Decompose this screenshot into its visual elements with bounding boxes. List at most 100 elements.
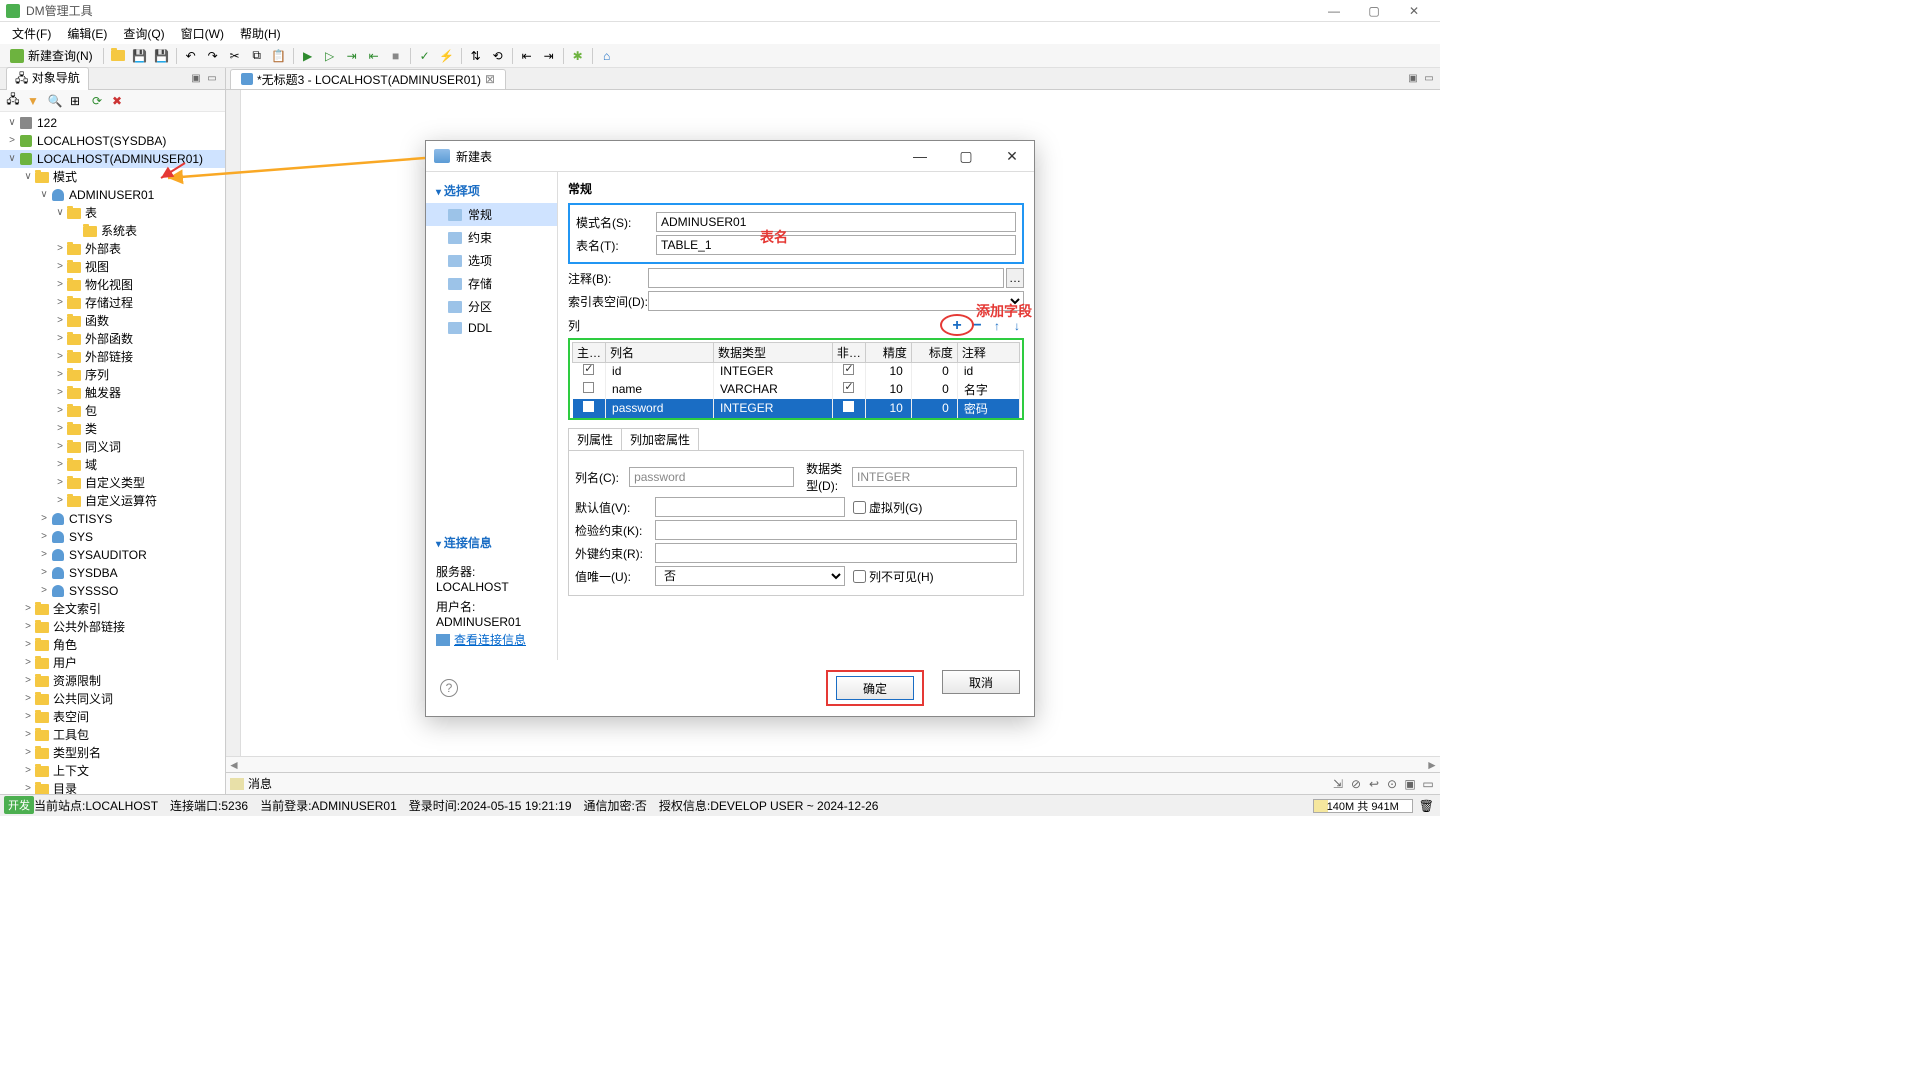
expand-icon[interactable]: ∨ [38, 186, 50, 204]
clear-icon[interactable]: ⊘ [1348, 776, 1364, 792]
notnull-checkbox[interactable] [843, 401, 854, 412]
undo-icon[interactable]: ↶ [181, 46, 201, 66]
editor-tab-active[interactable]: *无标题3 - LOCALHOST(ADMINUSER01) ⊠ [230, 69, 506, 89]
expand-icon[interactable]: > [22, 726, 34, 744]
expand-icon[interactable]: ∨ [54, 204, 66, 222]
colname-input[interactable] [629, 467, 794, 487]
columns-table[interactable]: 主…列名数据类型非…精度标度注释idINTEGER100idnameVARCHA… [572, 342, 1020, 418]
expand-icon[interactable]: ∨ [22, 168, 34, 186]
expand-icon[interactable]: > [22, 708, 34, 726]
tree-node[interactable]: >SYS [0, 528, 225, 546]
col-header[interactable]: 精度 [865, 343, 911, 363]
move-down-button[interactable]: ↓ [1010, 319, 1024, 333]
expand-icon[interactable]: > [54, 330, 66, 348]
tree-node[interactable]: >目录 [0, 780, 225, 794]
expand-icon[interactable]: > [22, 654, 34, 672]
expand-icon[interactable]: > [22, 672, 34, 690]
conn-header[interactable]: 连接信息 [426, 530, 557, 555]
tree-node[interactable]: >全文索引 [0, 600, 225, 618]
expand-icon[interactable]: > [22, 690, 34, 708]
dialog-minimize-button[interactable]: — [906, 148, 934, 165]
dialog-maximize-button[interactable]: ▢ [952, 148, 980, 165]
tree-node[interactable]: >序列 [0, 366, 225, 384]
col-note-cell[interactable]: 名字 [957, 380, 1019, 399]
tab-col-encrypt[interactable]: 列加密属性 [621, 428, 699, 450]
col-prec-cell[interactable]: 10 [865, 363, 911, 380]
tree-node[interactable]: >SYSSSO [0, 582, 225, 600]
col-header[interactable]: 非… [832, 343, 865, 363]
stop-icon[interactable]: ■ [386, 46, 406, 66]
expand-icon[interactable]: > [54, 420, 66, 438]
tree-node[interactable]: >公共同义词 [0, 690, 225, 708]
col-type-cell[interactable]: VARCHAR [714, 380, 833, 399]
tree-node[interactable]: >LOCALHOST(SYSDBA) [0, 132, 225, 150]
col-header[interactable]: 标度 [911, 343, 957, 363]
tree-node[interactable]: >存储过程 [0, 294, 225, 312]
step-icon[interactable]: ⇥ [342, 46, 362, 66]
expand-icon[interactable]: > [54, 492, 66, 510]
column-row[interactable]: passwordINTEGER100密码 [573, 399, 1020, 418]
cut-icon[interactable]: ✂ [225, 46, 245, 66]
expand-icon[interactable]: > [54, 258, 66, 276]
note-more-button[interactable]: … [1006, 268, 1024, 288]
tree-node[interactable]: >上下文 [0, 762, 225, 780]
open-icon[interactable] [108, 46, 128, 66]
max-icon[interactable]: ▣ [1402, 776, 1418, 792]
tree-node[interactable]: >函数 [0, 312, 225, 330]
tree-node[interactable]: >角色 [0, 636, 225, 654]
move-up-button[interactable]: ↑ [990, 319, 1004, 333]
unique-select[interactable]: 否 [655, 566, 845, 586]
dialog-nav-item[interactable]: 存储 [426, 272, 557, 295]
tab-col-props[interactable]: 列属性 [568, 428, 622, 450]
add-column-button[interactable]: + [950, 319, 964, 333]
conn-link[interactable]: 查看连接信息 [436, 631, 547, 648]
home-icon[interactable]: ⌂ [597, 46, 617, 66]
run-icon[interactable]: ▶ [298, 46, 318, 66]
save-all-icon[interactable]: 💾 [152, 46, 172, 66]
filter-icon[interactable]: ▼ [24, 92, 42, 110]
tree-node[interactable]: >CTISYS [0, 510, 225, 528]
dialog-nav-item[interactable]: 选项 [426, 249, 557, 272]
menu-help[interactable]: 帮助(H) [232, 23, 289, 44]
col-header[interactable]: 列名 [606, 343, 714, 363]
dialog-nav-item[interactable]: 常规 [426, 203, 557, 226]
notnull-checkbox[interactable] [843, 382, 854, 393]
expand-icon[interactable]: > [54, 474, 66, 492]
expand-icon[interactable]: > [6, 132, 18, 150]
new-query-button[interactable]: 新建查询(N) [4, 46, 99, 66]
pk-checkbox[interactable] [583, 382, 594, 393]
col-header[interactable]: 注释 [957, 343, 1019, 363]
pk-checkbox[interactable] [583, 364, 594, 375]
commit-icon[interactable]: ⇅ [466, 46, 486, 66]
close-tab-icon[interactable]: ⊠ [485, 72, 495, 86]
debug-icon[interactable]: ▷ [320, 46, 340, 66]
tree-node[interactable]: >类 [0, 420, 225, 438]
close-button[interactable]: ✕ [1394, 0, 1434, 22]
object-tree[interactable]: ∨122>LOCALHOST(SYSDBA)∨LOCALHOST(ADMINUS… [0, 112, 225, 794]
menu-edit[interactable]: 编辑(E) [59, 23, 115, 44]
column-row[interactable]: idINTEGER100id [573, 363, 1020, 380]
tree-node[interactable]: >外部链接 [0, 348, 225, 366]
tree-node[interactable]: >外部表 [0, 240, 225, 258]
tree-node[interactable]: >SYSAUDITOR [0, 546, 225, 564]
copy-icon[interactable]: ⧉ [247, 46, 267, 66]
expand-icon[interactable]: > [22, 762, 34, 780]
memory-bar[interactable]: 140M 共 941M [1313, 799, 1413, 813]
step2-icon[interactable]: ⇤ [364, 46, 384, 66]
expand-icon[interactable]: > [22, 780, 34, 794]
save-icon[interactable]: 💾 [130, 46, 150, 66]
col-name-cell[interactable]: password [606, 399, 714, 418]
sidebar-tab-objects[interactable]: 🖧 对象导航 [6, 67, 89, 91]
tree-node[interactable]: >域 [0, 456, 225, 474]
expand-icon[interactable]: > [54, 294, 66, 312]
help-button[interactable]: ? [440, 679, 458, 697]
check-input[interactable] [655, 520, 1017, 540]
scroll-right-icon[interactable]: ► [1424, 758, 1440, 772]
col-scale-cell[interactable]: 0 [911, 399, 957, 418]
rollback-icon[interactable]: ⟲ [488, 46, 508, 66]
tree-node[interactable]: >用户 [0, 654, 225, 672]
gc-icon[interactable]: 🗑 [1419, 799, 1434, 813]
remove-column-button[interactable]: − [970, 319, 984, 333]
dialog-nav-item[interactable]: 约束 [426, 226, 557, 249]
col-scale-cell[interactable]: 0 [911, 380, 957, 399]
